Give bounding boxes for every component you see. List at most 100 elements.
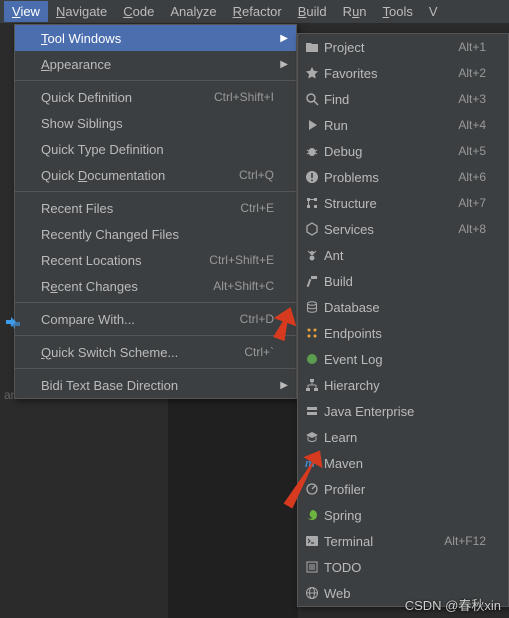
menubar-item-analyze[interactable]: Analyze bbox=[162, 1, 224, 22]
submenu-item-debug[interactable]: DebugAlt+5 bbox=[298, 138, 508, 164]
submenu-arrow-icon: ▶ bbox=[280, 33, 288, 44]
menubar-item-navigate[interactable]: Navigate bbox=[48, 1, 115, 22]
menubar-item-tools[interactable]: Tools bbox=[375, 1, 421, 22]
menu-separator bbox=[15, 302, 296, 303]
submenu-item-database[interactable]: Database bbox=[298, 294, 508, 320]
search-icon bbox=[304, 91, 320, 107]
submenu-item-java-enterprise[interactable]: Java Enterprise bbox=[298, 398, 508, 424]
submenu-item-problems[interactable]: ProblemsAlt+6 bbox=[298, 164, 508, 190]
menu-shortcut: Alt+7 bbox=[458, 196, 486, 210]
menu-shortcut: Alt+F12 bbox=[444, 534, 486, 548]
submenu-item-endpoints[interactable]: Endpoints bbox=[298, 320, 508, 346]
submenu-arrow-icon: ▶ bbox=[280, 59, 288, 70]
menu-item-label: Compare With... bbox=[41, 312, 240, 327]
submenu-item-label: TODO bbox=[324, 560, 486, 575]
menu-shortcut: Ctrl+Q bbox=[239, 168, 274, 182]
submenu-item-label: Maven bbox=[324, 456, 486, 471]
submenu-item-label: Event Log bbox=[324, 352, 486, 367]
submenu-item-label: Favorites bbox=[324, 66, 458, 81]
tool-windows-submenu: ProjectAlt+1FavoritesAlt+2FindAlt+3RunAl… bbox=[297, 33, 509, 607]
submenu-item-label: Java Enterprise bbox=[324, 404, 486, 419]
menu-separator bbox=[15, 368, 296, 369]
submenu-item-label: Problems bbox=[324, 170, 458, 185]
menu-item-recent-locations[interactable]: Recent LocationsCtrl+Shift+E bbox=[15, 247, 296, 273]
menu-item-label: Show Siblings bbox=[41, 116, 274, 131]
submenu-item-project[interactable]: ProjectAlt+1 bbox=[298, 34, 508, 60]
submenu-item-ant[interactable]: Ant bbox=[298, 242, 508, 268]
submenu-item-maven[interactable]: mMaven bbox=[298, 450, 508, 476]
menu-item-label: Recent Locations bbox=[41, 253, 209, 268]
menu-shortcut: Alt+Shift+C bbox=[213, 279, 274, 293]
menu-item-recent-files[interactable]: Recent FilesCtrl+E bbox=[15, 195, 296, 221]
menu-item-label: Recent Files bbox=[41, 201, 240, 216]
menu-item-compare-with-[interactable]: Compare With...Ctrl+D bbox=[15, 306, 296, 332]
alert-icon bbox=[304, 169, 320, 185]
menu-item-label: Recent Changes bbox=[41, 279, 213, 294]
menu-item-quick-type-definition[interactable]: Quick Type Definition bbox=[15, 136, 296, 162]
ant-icon bbox=[304, 247, 320, 263]
submenu-item-find[interactable]: FindAlt+3 bbox=[298, 86, 508, 112]
submenu-item-label: Run bbox=[324, 118, 458, 133]
menubar-item-build[interactable]: Build bbox=[290, 1, 335, 22]
menu-shortcut: Alt+2 bbox=[458, 66, 486, 80]
menubar-item-v[interactable]: V bbox=[421, 1, 446, 22]
submenu-item-todo[interactable]: TODO bbox=[298, 554, 508, 580]
submenu-item-run[interactable]: RunAlt+4 bbox=[298, 112, 508, 138]
submenu-item-label: Project bbox=[324, 40, 458, 55]
menu-item-show-siblings[interactable]: Show Siblings bbox=[15, 110, 296, 136]
submenu-item-label: Learn bbox=[324, 430, 486, 445]
menubar-item-run[interactable]: Run bbox=[335, 1, 375, 22]
view-menu: Tool Windows ▶ Appearance ▶ Quick Definition… bbox=[14, 24, 297, 399]
submenu-item-label: Endpoints bbox=[324, 326, 486, 341]
todo-icon bbox=[304, 559, 320, 575]
submenu-item-label: Terminal bbox=[324, 534, 444, 549]
menu-item-label: Quick Documentation bbox=[41, 168, 239, 183]
submenu-item-label: Services bbox=[324, 222, 458, 237]
submenu-item-label: Hierarchy bbox=[324, 378, 486, 393]
menubar-item-code[interactable]: Code bbox=[115, 1, 162, 22]
submenu-item-terminal[interactable]: TerminalAlt+F12 bbox=[298, 528, 508, 554]
menubar-item-view[interactable]: View bbox=[4, 1, 48, 22]
menu-item-label: Appearance bbox=[41, 57, 274, 72]
menu-shortcut: Ctrl+E bbox=[240, 201, 274, 215]
submenu-item-build[interactable]: Build bbox=[298, 268, 508, 294]
submenu-item-profiler[interactable]: Profiler bbox=[298, 476, 508, 502]
submenu-item-spring[interactable]: Spring bbox=[298, 502, 508, 528]
menu-item-label: Quick Definition bbox=[41, 90, 214, 105]
structure-icon bbox=[304, 195, 320, 211]
menu-item-recent-changes[interactable]: Recent ChangesAlt+Shift+C bbox=[15, 273, 296, 299]
hammer-icon bbox=[304, 273, 320, 289]
menu-item-quick-switch-scheme-[interactable]: Quick Switch Scheme...Ctrl+` bbox=[15, 339, 296, 365]
bug-icon bbox=[304, 143, 320, 159]
menu-item-quick-definition[interactable]: Quick DefinitionCtrl+Shift+I bbox=[15, 84, 296, 110]
folder-icon bbox=[304, 39, 320, 55]
hierarchy-icon bbox=[304, 377, 320, 393]
menu-item-quick-documentation[interactable]: Quick DocumentationCtrl+Q bbox=[15, 162, 296, 188]
submenu-item-label: Debug bbox=[324, 144, 458, 159]
spring-icon bbox=[304, 507, 320, 523]
menubar-item-refactor[interactable]: Refactor bbox=[225, 1, 290, 22]
menu-item-recently-changed-files[interactable]: Recently Changed Files bbox=[15, 221, 296, 247]
menu-shortcut: Alt+1 bbox=[458, 40, 486, 54]
menu-item-label: Bidi Text Base Direction bbox=[41, 378, 274, 393]
submenu-item-favorites[interactable]: FavoritesAlt+2 bbox=[298, 60, 508, 86]
endpoints-icon bbox=[304, 325, 320, 341]
submenu-item-hierarchy[interactable]: Hierarchy bbox=[298, 372, 508, 398]
submenu-item-services[interactable]: ServicesAlt+8 bbox=[298, 216, 508, 242]
menu-item-label: Quick Type Definition bbox=[41, 142, 274, 157]
services-icon bbox=[304, 221, 320, 237]
event-icon bbox=[304, 351, 320, 367]
menu-item-tool-windows[interactable]: Tool Windows ▶ bbox=[15, 25, 296, 51]
submenu-item-event-log[interactable]: Event Log bbox=[298, 346, 508, 372]
submenu-item-learn[interactable]: Learn bbox=[298, 424, 508, 450]
menubar: ViewNavigateCodeAnalyzeRefactorBuildRunT… bbox=[0, 0, 509, 24]
jee-icon bbox=[304, 403, 320, 419]
menu-separator bbox=[15, 191, 296, 192]
menu-separator bbox=[15, 80, 296, 81]
submenu-item-label: Structure bbox=[324, 196, 458, 211]
submenu-item-structure[interactable]: StructureAlt+7 bbox=[298, 190, 508, 216]
menu-item-label: Tool Windows bbox=[41, 31, 274, 46]
submenu-item-label: Build bbox=[324, 274, 486, 289]
menu-item-bidi-text-base-direction[interactable]: Bidi Text Base Direction▶ bbox=[15, 372, 296, 398]
menu-item-appearance[interactable]: Appearance ▶ bbox=[15, 51, 296, 77]
